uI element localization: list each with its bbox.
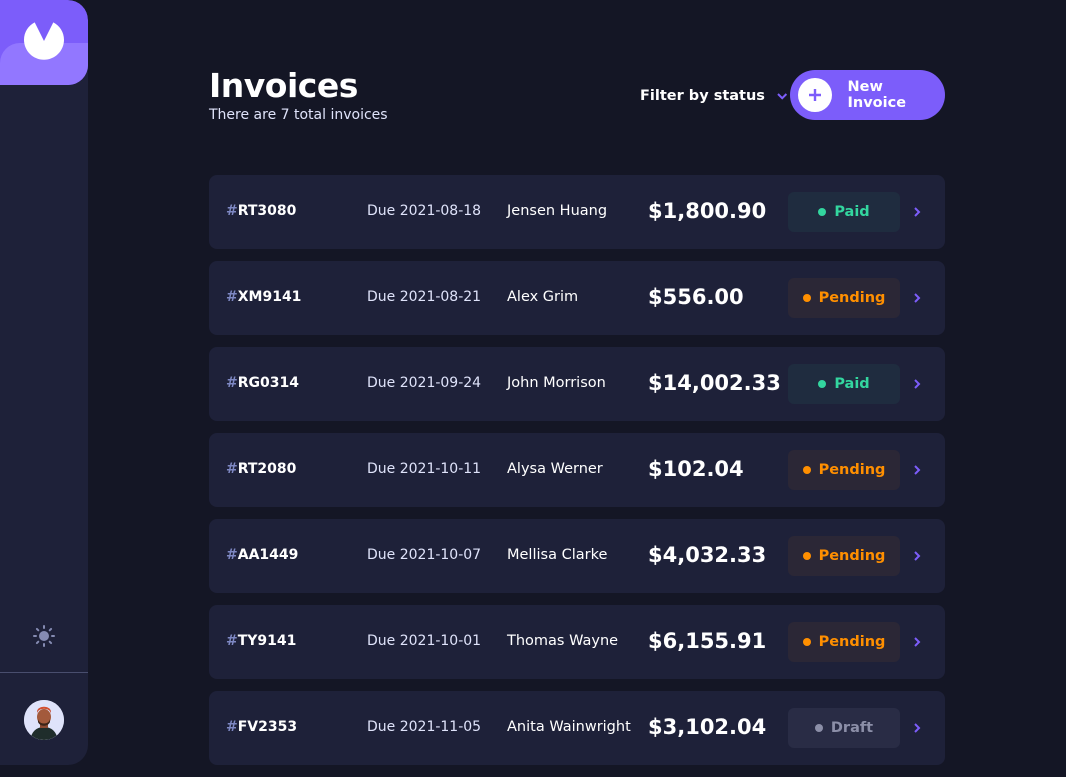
invoice-row[interactable]: #XM9141 Due 2021-08-21 Alex Grim $556.00… [209, 261, 945, 335]
invoice-due-date: Due 2021-11-05 [367, 719, 482, 735]
plus-circle [798, 78, 832, 112]
invoice-due-date: Due 2021-09-24 [367, 375, 482, 391]
avatar-image [24, 700, 64, 740]
chevron-right-icon [914, 293, 921, 303]
invoice-due-date: Due 2021-08-18 [367, 203, 482, 219]
invoice-id: #AA1449 [226, 547, 299, 563]
invoice-row[interactable]: #FV2353 Due 2021-11-05 Anita Wainwright … [209, 691, 945, 765]
chevron-right-icon [914, 465, 921, 475]
status-dot [818, 380, 827, 388]
plus-icon [808, 89, 821, 101]
status-badge: Pending [788, 450, 900, 490]
sun-icon [33, 625, 55, 647]
status-badge: Paid [788, 364, 900, 404]
invoice-due-date: Due 2021-08-21 [367, 289, 482, 305]
new-invoice-label: New Invoice [847, 79, 907, 111]
status-dot [814, 724, 823, 732]
theme-toggle-button[interactable] [32, 624, 56, 648]
invoice-client: Mellisa Clarke [507, 547, 608, 563]
status-badge: Pending [788, 278, 900, 318]
invoice-id: #RG0314 [226, 375, 299, 391]
chevron-right-icon [914, 379, 921, 389]
logo[interactable] [0, 0, 88, 85]
status-badge: Paid [788, 192, 900, 232]
sidebar [0, 0, 88, 765]
invoice-id: #RT2080 [226, 461, 297, 477]
invoice-row[interactable]: #AA1449 Due 2021-10-07 Mellisa Clarke $4… [209, 519, 945, 593]
chevron-right-icon [914, 551, 921, 561]
user-avatar[interactable] [24, 700, 64, 740]
invoice-due-date: Due 2021-10-07 [367, 547, 482, 563]
invoice-amount: $6,155.91 [648, 629, 767, 653]
chevron-right-icon [914, 723, 921, 733]
invoice-amount: $3,102.04 [648, 715, 767, 739]
invoice-client: John Morrison [507, 375, 606, 391]
status-dot [802, 552, 811, 560]
invoice-row[interactable]: #RT3080 Due 2021-08-18 Jensen Huang $1,8… [209, 175, 945, 249]
invoice-due-date: Due 2021-10-11 [367, 461, 482, 477]
invoice-amount: $102.04 [648, 457, 744, 481]
invoice-row[interactable]: #TY9141 Due 2021-10-01 Thomas Wayne $6,1… [209, 605, 945, 679]
status-dot [802, 466, 811, 474]
invoice-amount: $14,002.33 [648, 371, 781, 395]
status-badge: Pending [788, 536, 900, 576]
invoice-list: #RT3080 Due 2021-08-18 Jensen Huang $1,8… [209, 175, 945, 777]
chevron-right-icon [914, 637, 921, 647]
invoice-client: Alysa Werner [507, 461, 603, 477]
invoice-due-date: Due 2021-10-01 [367, 633, 482, 649]
status-dot [818, 208, 827, 216]
status-dot [802, 294, 811, 302]
filter-label: Filter by status [640, 88, 765, 104]
invoice-id: #TY9141 [226, 633, 297, 649]
invoice-row[interactable]: #RT2080 Due 2021-10-11 Alysa Werner $102… [209, 433, 945, 507]
invoice-amount: $556.00 [648, 285, 744, 309]
invoice-id: #FV2353 [226, 719, 298, 735]
invoice-id: #RT3080 [226, 203, 297, 219]
invoice-client: Anita Wainwright [507, 719, 631, 735]
new-invoice-button[interactable]: New Invoice [790, 70, 945, 120]
invoice-client: Thomas Wayne [507, 633, 619, 649]
status-badge: Pending [788, 622, 900, 662]
invoice-client: Jensen Huang [507, 203, 608, 219]
chevron-right-icon [914, 207, 921, 217]
invoice-amount: $1,800.90 [648, 199, 767, 223]
chevron-down-icon [777, 92, 788, 100]
status-badge: Draft [788, 708, 900, 748]
invoice-id: #XM9141 [226, 289, 302, 305]
sidebar-divider [0, 672, 88, 673]
invoice-amount: $4,032.33 [648, 543, 767, 567]
logo-icon [24, 22, 64, 60]
invoice-count: There are 7 total invoices [209, 107, 388, 123]
filter-by-status-dropdown[interactable]: Filter by status [640, 86, 788, 106]
invoice-row[interactable]: #RG0314 Due 2021-09-24 John Morrison $14… [209, 347, 945, 421]
status-dot [802, 638, 811, 646]
page-title: Invoices [209, 66, 358, 105]
invoice-client: Alex Grim [507, 289, 579, 305]
